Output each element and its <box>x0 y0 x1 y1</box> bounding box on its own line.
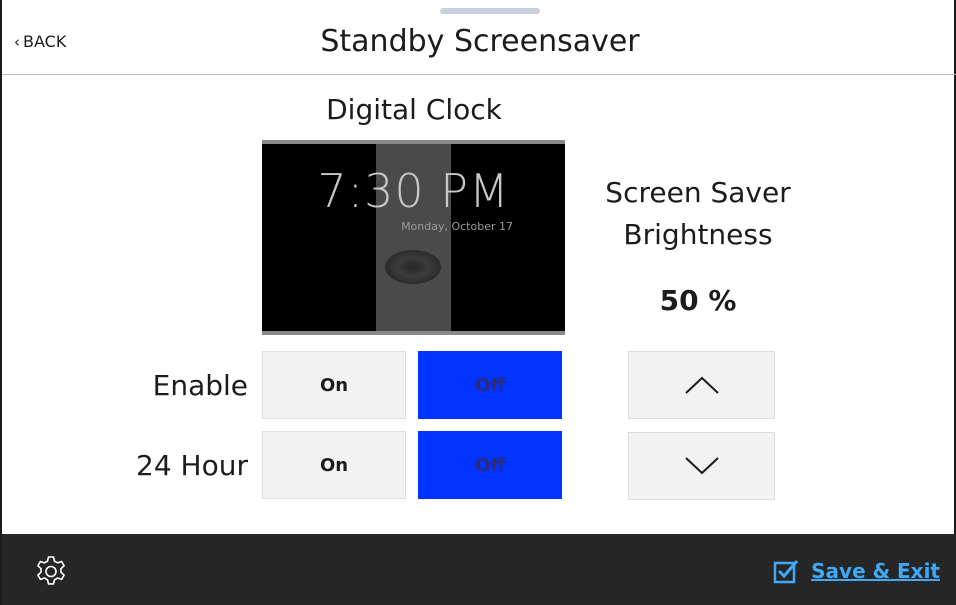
header: ‹ BACK Standby Screensaver <box>2 0 956 75</box>
brightness-label: Screen Saver Brightness <box>605 176 791 251</box>
preview-time: 7:30 PM <box>317 164 510 218</box>
footer-bar: Save & Exit <box>2 534 956 605</box>
brightness-down-button[interactable] <box>628 432 775 500</box>
save-exit-label: Save & Exit <box>811 559 940 583</box>
chevron-down-icon <box>684 457 719 475</box>
enable-on-button[interactable]: On <box>262 351 406 419</box>
logo-icon <box>385 250 441 284</box>
gear-icon[interactable] <box>34 554 68 588</box>
preview-label: Digital Clock <box>326 93 502 126</box>
24-hour-label: 24 Hour <box>136 449 248 482</box>
screensaver-preview: 7:30 PM Monday, October 17 <box>262 140 565 335</box>
preview-date: Monday, October 17 <box>401 220 513 233</box>
save-exit-button[interactable]: Save & Exit <box>773 558 940 584</box>
24-hour-on-button[interactable]: On <box>262 431 406 499</box>
24-hour-off-button[interactable]: Off <box>418 431 562 499</box>
brightness-up-button[interactable] <box>628 351 775 419</box>
checkbox-checked-icon <box>773 560 799 584</box>
brightness-value: 50 % <box>659 284 737 317</box>
chevron-up-icon <box>684 376 719 394</box>
page-title: Standby Screensaver <box>320 24 640 59</box>
enable-label: Enable <box>152 369 248 402</box>
enable-off-button[interactable]: Off <box>418 351 562 419</box>
app-frame: ‹ BACK Standby Screensaver Digital Clock … <box>0 0 956 605</box>
